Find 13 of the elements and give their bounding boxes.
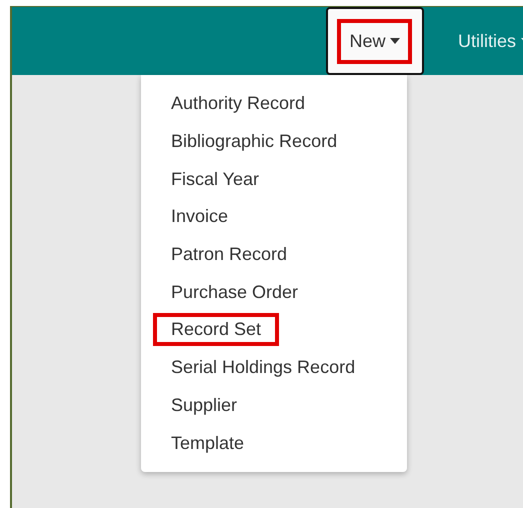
menu-item[interactable]: Bibliographic Record [141,122,407,160]
caret-icon [390,38,400,44]
menu-item[interactable]: Supplier [141,386,407,424]
menu-item[interactable]: Authority Record [141,85,407,123]
menu-item[interactable]: Template [141,424,407,462]
menu-item[interactable]: Serial Holdings Record [141,348,407,386]
menu-item[interactable]: Record Set [141,311,407,349]
menu-button[interactable]: Utilities [436,7,523,75]
menu-item[interactable]: Invoice [141,198,407,236]
menu-item[interactable]: Patron Record [141,236,407,274]
menu-item[interactable]: Fiscal Year [141,160,407,198]
menu-item[interactable]: Purchase Order [141,273,407,312]
menu-button[interactable]: New [326,7,424,75]
